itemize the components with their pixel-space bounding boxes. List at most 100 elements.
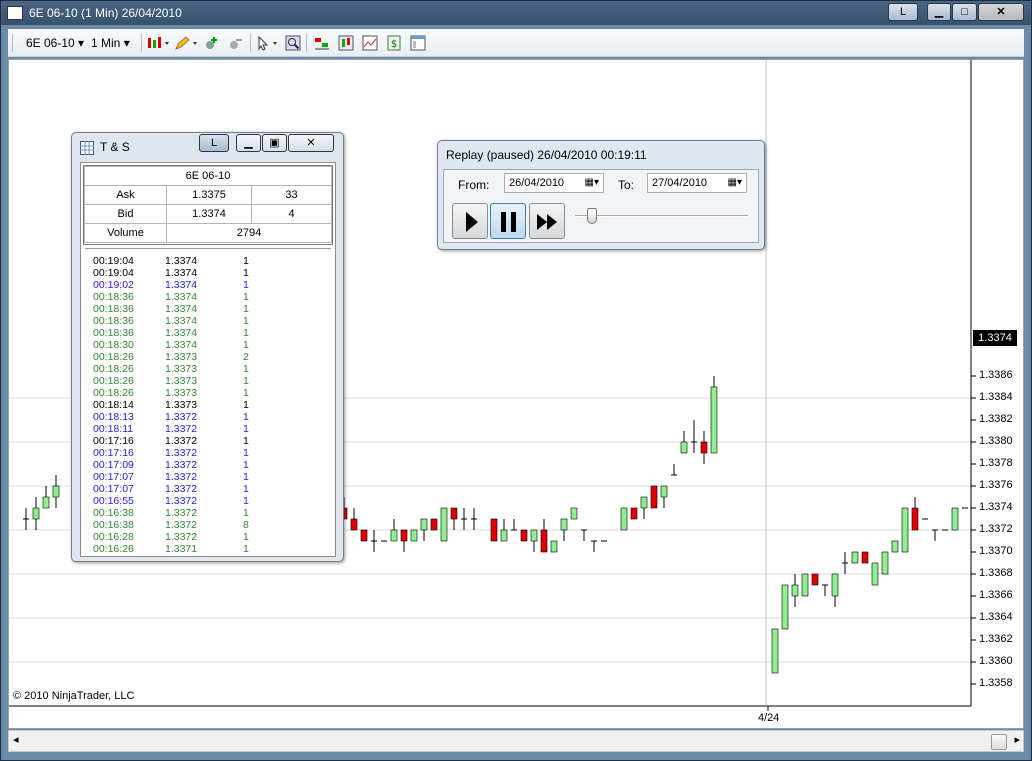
instrument-selector[interactable]: 6E 06-10 ▾: [26, 34, 84, 52]
trade-row: 00:16:38 1.3372 8: [93, 519, 263, 531]
dollar-icon[interactable]: $: [386, 35, 402, 51]
y-axis-tick-label: 1.3380: [979, 435, 1013, 447]
trade-price: 1.3374: [165, 315, 198, 327]
trade-time: 00:18:36: [93, 303, 134, 315]
trade-row: 00:18:36 1.3374 1: [93, 303, 263, 315]
add-indicator-icon[interactable]: [204, 35, 220, 51]
trade-price: 1.3374: [165, 327, 198, 339]
trade-time: 00:17:16: [93, 447, 134, 459]
fast-forward-icon: [537, 214, 557, 230]
candle: [951, 507, 959, 531]
replay-speed-slider[interactable]: [575, 215, 748, 217]
candle: [801, 573, 809, 597]
scroll-left-icon[interactable]: ◂: [13, 733, 19, 746]
to-date-picker[interactable]: 27/04/2010 ▦▾: [647, 173, 747, 193]
trades-list[interactable]: 00:19:04 1.3374 1 00:19:04 1.3374 1 00:19:02 1.…: [93, 255, 263, 555]
trade-time: 00:17:16: [93, 435, 134, 447]
from-label: From:: [458, 178, 490, 192]
play-button[interactable]: [452, 203, 488, 239]
candle: [891, 540, 899, 553]
trade-row: 00:18:14 1.3373 1: [93, 399, 263, 411]
trade-size: 1: [243, 279, 249, 291]
replay-window[interactable]: Replay (paused) 26/04/2010 00:19:11 From…: [437, 140, 765, 250]
fast-forward-button[interactable]: [529, 203, 565, 239]
bid-label: Bid: [84, 204, 167, 224]
trade-time: 00:18:30: [93, 339, 134, 351]
trade-price: 1.3374: [165, 267, 198, 279]
zoom-icon[interactable]: [285, 35, 301, 51]
trade-price: 1.3373: [165, 387, 198, 399]
trade-time: 00:17:09: [93, 459, 134, 471]
remove-indicator-icon[interactable]: [228, 35, 244, 51]
current-price-marker: 1.3374: [973, 330, 1017, 346]
candle: [831, 573, 839, 607]
close-icon: ✕: [996, 6, 1006, 18]
interval-selector[interactable]: 1 Min ▾: [91, 34, 130, 52]
from-date-value: 26/04/2010: [509, 177, 565, 189]
to-date-value: 27/04/2010: [652, 177, 708, 189]
trade-row: 00:18:36 1.3374 1: [93, 327, 263, 339]
y-axis-tick-label: 1.3374: [979, 501, 1013, 513]
trade-price: 1.3372: [165, 519, 198, 531]
chart-style-icon[interactable]: [338, 35, 354, 51]
horizontal-scrollbar[interactable]: ◂ ▸: [8, 730, 1024, 752]
chart-properties-icon[interactable]: [362, 35, 378, 51]
y-axis-tick-label: 1.3370: [979, 545, 1013, 557]
maximize-icon: □: [961, 6, 968, 18]
ts-minimize-button[interactable]: ▁: [236, 134, 261, 152]
chart-panel[interactable]: 1.3386 1.3384 1.3382 1.3380 1.3378 1.3376 1.33…: [8, 59, 1024, 729]
slider-thumb[interactable]: [587, 208, 597, 224]
candle: [420, 518, 428, 541]
minimize-button[interactable]: ▁: [927, 3, 951, 21]
strategy-icon[interactable]: [314, 35, 330, 51]
cursor-icon[interactable]: [256, 35, 280, 51]
trade-row: 00:17:07 1.3372 1: [93, 471, 263, 483]
trade-size: 1: [243, 327, 249, 339]
ts-maximize-button[interactable]: ▣: [262, 134, 287, 152]
trade-price: 1.3374: [165, 303, 198, 315]
candle: [23, 508, 29, 530]
candle: [350, 508, 358, 531]
trade-size: 1: [243, 315, 249, 327]
candlestick-icon[interactable]: [146, 35, 170, 51]
candle: [861, 551, 869, 564]
maximize-button[interactable]: □: [952, 3, 977, 21]
ts-link-button[interactable]: L: [199, 134, 229, 152]
trade-row: 00:19:04 1.3374 1: [93, 255, 263, 267]
scrollbar-thumb[interactable]: [991, 734, 1007, 750]
candle: [680, 431, 688, 454]
trade-time: 00:19:04: [93, 255, 134, 267]
data-box-icon[interactable]: [410, 35, 426, 51]
pause-button[interactable]: [490, 203, 526, 239]
time-and-sales-window[interactable]: T & S L ▁ ▣ ✕ 6E 06-10 Ask 1.3375 33 Bid 1.…: [71, 132, 344, 562]
ts-content: 6E 06-10 Ask 1.3375 33 Bid 1.3374 4 Volume 27…: [80, 162, 336, 557]
from-date-picker[interactable]: 26/04/2010 ▦▾: [504, 173, 604, 193]
trade-time: 00:18:26: [93, 387, 134, 399]
trade-price: 1.3372: [165, 411, 198, 423]
pencil-icon[interactable]: [174, 35, 198, 51]
close-button[interactable]: ✕: [978, 3, 1024, 21]
scroll-right-icon[interactable]: ▸: [1014, 733, 1020, 746]
trade-size: 1: [243, 435, 249, 447]
candle: [511, 519, 517, 531]
toolbar-separator: [306, 34, 307, 52]
calendar-icon: ▦▾: [584, 177, 599, 188]
ts-close-button[interactable]: ✕: [288, 134, 334, 152]
title-bar[interactable]: 6E 06-10 (1 Min) 26/04/2010 L ▁ □ ✕: [1, 1, 1031, 25]
trade-size: 1: [243, 255, 249, 267]
candle: [811, 573, 819, 586]
trade-time: 00:18:11: [93, 423, 134, 435]
candle: [881, 551, 889, 575]
trade-size: 2: [243, 351, 249, 363]
maximize-icon: ▣: [269, 137, 280, 149]
trade-time: 00:17:07: [93, 471, 134, 483]
candle: [901, 507, 909, 553]
trade-price: 1.3372: [165, 495, 198, 507]
trade-row: 00:17:07 1.3372 1: [93, 483, 263, 495]
candle: [620, 507, 628, 531]
trade-price: 1.3372: [165, 483, 198, 495]
link-button[interactable]: L: [888, 3, 918, 21]
trade-time: 00:18:14: [93, 399, 134, 411]
candle: [500, 519, 508, 542]
trade-price: 1.3374: [165, 291, 198, 303]
